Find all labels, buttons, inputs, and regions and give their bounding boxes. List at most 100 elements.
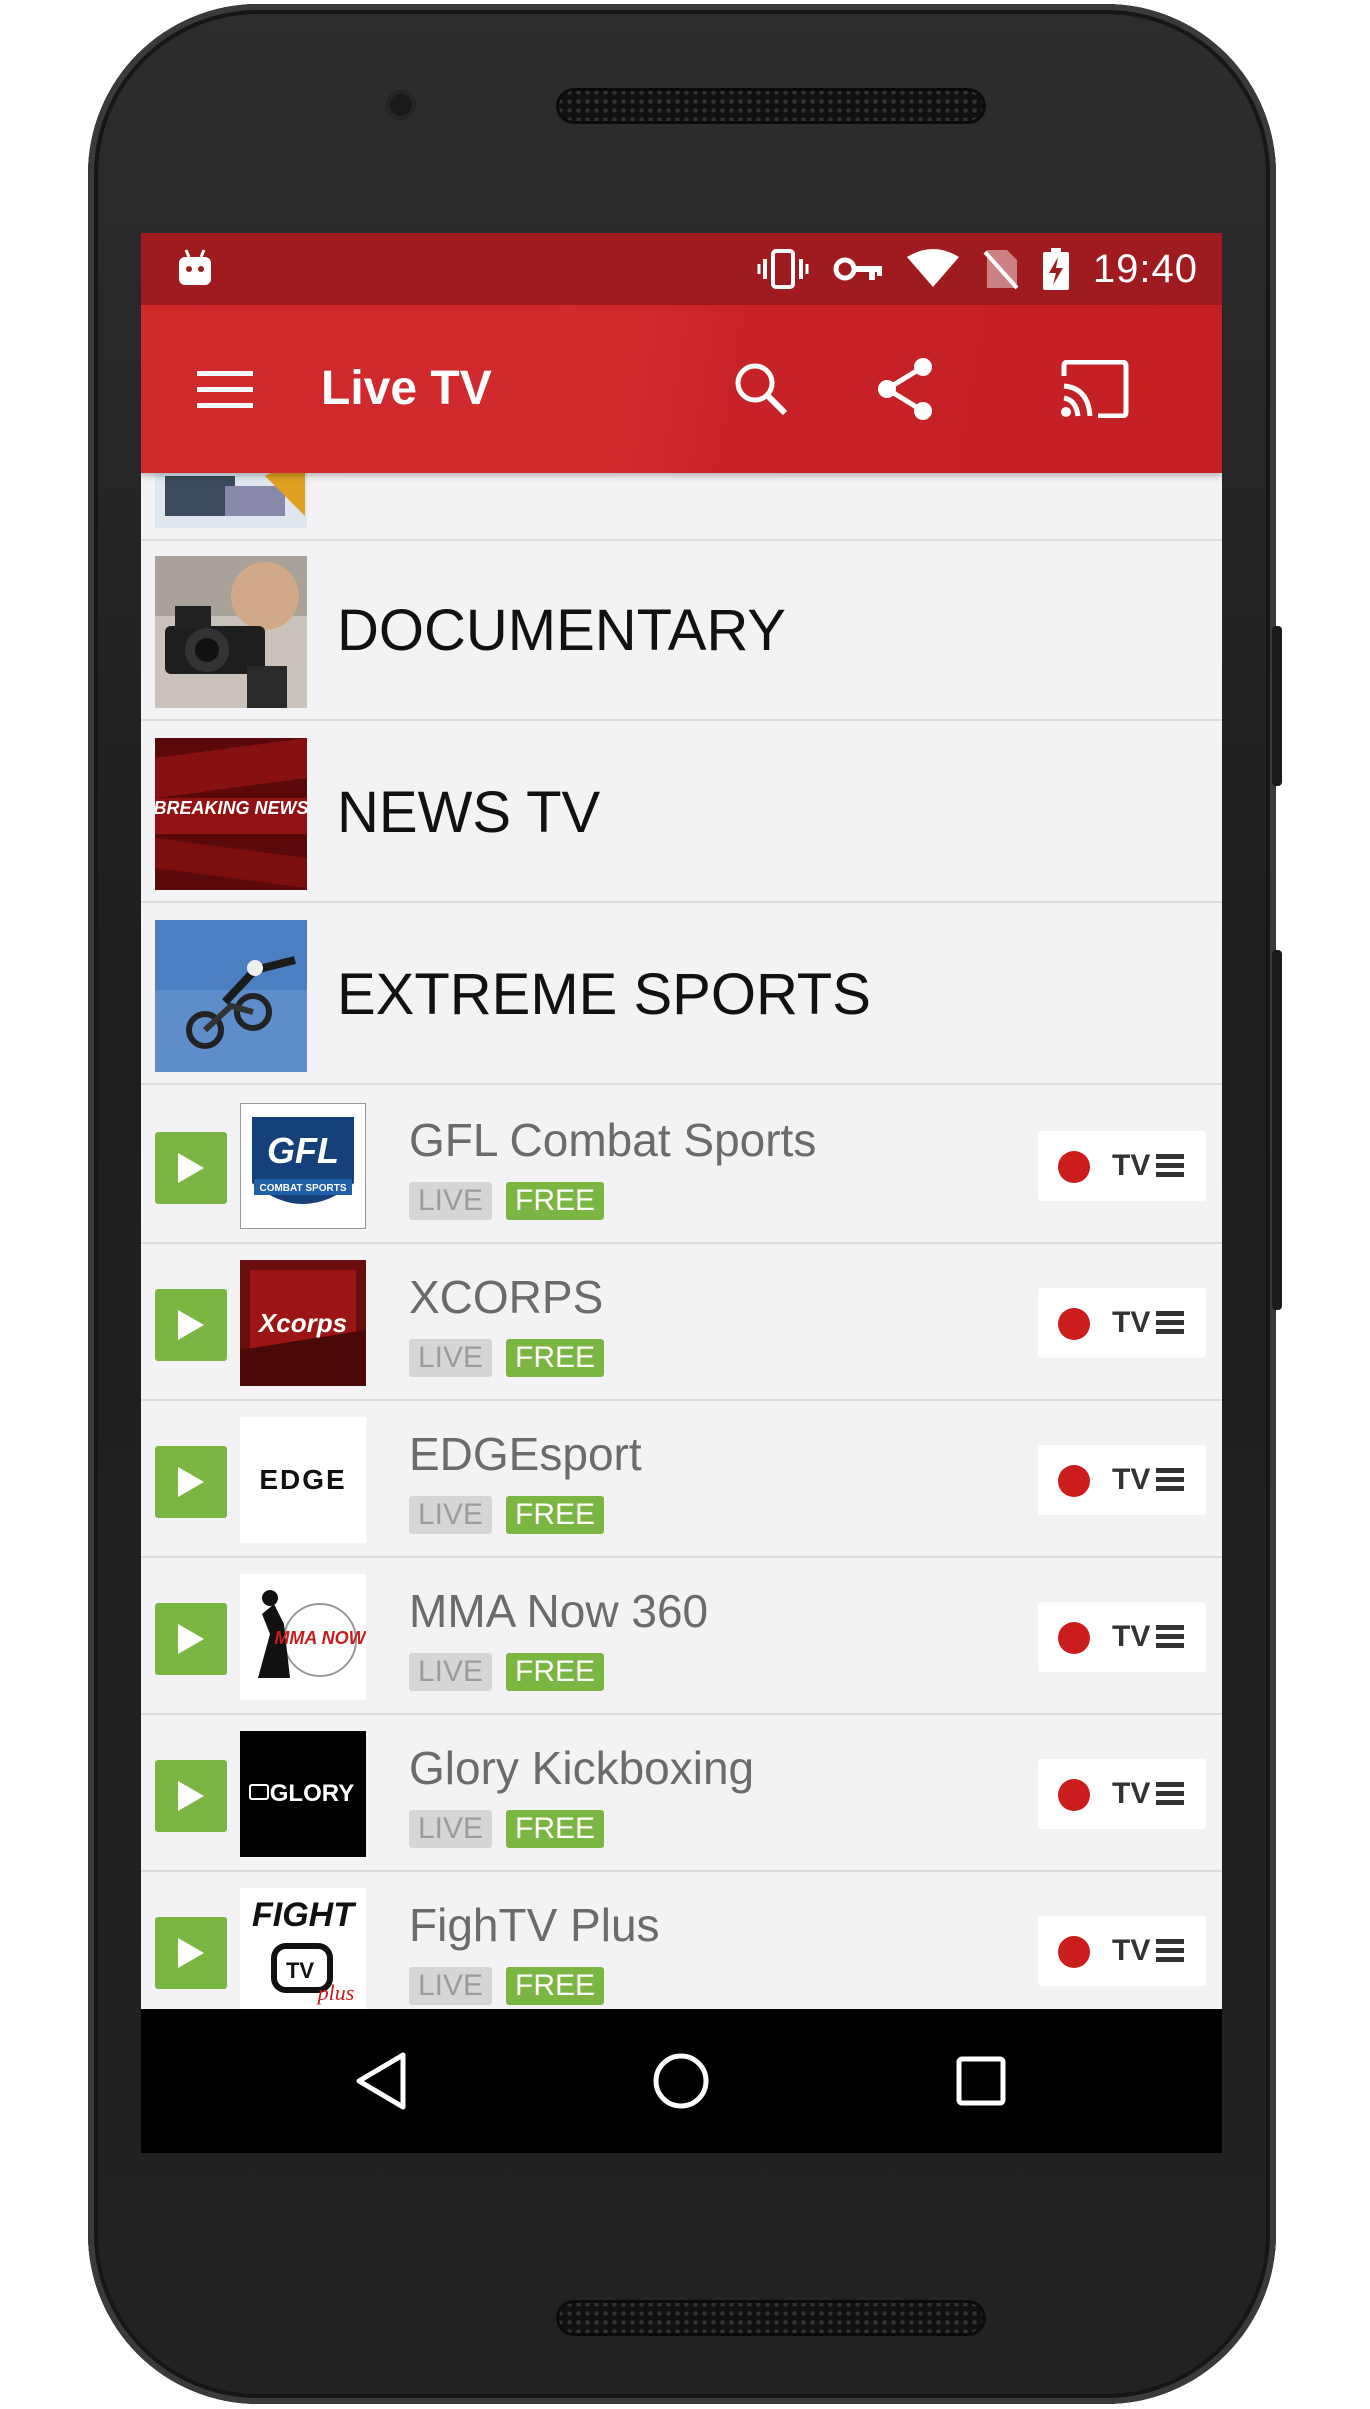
- channel-logo: EDGE: [240, 1417, 366, 1543]
- category-row-news-tv[interactable]: BREAKING NEWS NEWS TV: [141, 723, 1222, 903]
- free-badge: FREE: [506, 1810, 605, 1848]
- category-row-gadgets[interactable]: GADGETS: [141, 473, 1222, 541]
- channel-row[interactable]: FIGHT TV plus FighTV Plus LIVE FREE TV: [141, 1872, 1222, 2009]
- bottom-speaker: [556, 2300, 986, 2336]
- channel-logo: FIGHT TV plus: [240, 1888, 366, 2009]
- free-badge: FREE: [506, 1496, 605, 1534]
- live-badge: LIVE: [409, 1182, 493, 1220]
- play-icon: [178, 1624, 204, 1654]
- tv-label: TV: [1112, 1777, 1151, 1810]
- svg-text:COMBAT SPORTS: COMBAT SPORTS: [259, 1183, 346, 1194]
- cast-button[interactable]: [1059, 353, 1131, 425]
- tv-guide-button[interactable]: TV: [1038, 1445, 1206, 1515]
- channel-row[interactable]: MMA NOW MMA Now 360 LIVE FREE TV: [141, 1558, 1222, 1715]
- page-title: Live TV: [321, 362, 492, 415]
- news-thumbnail-text: BREAKING NEWS: [155, 798, 307, 818]
- no-sim-icon: [983, 250, 1019, 290]
- status-bar: 19:40: [141, 233, 1222, 305]
- svg-text:GFL: GFL: [267, 1130, 339, 1171]
- top-speaker: [556, 88, 986, 124]
- recents-button[interactable]: [945, 2045, 1017, 2117]
- channel-row[interactable]: EDGE EDGEsport LIVE FREE TV: [141, 1401, 1222, 1558]
- front-camera: [386, 90, 416, 120]
- channel-row[interactable]: GFL COMBAT SPORTS GFL Combat Sports LIVE…: [141, 1087, 1222, 1244]
- free-badge: FREE: [506, 1339, 605, 1377]
- record-icon: [1058, 1465, 1090, 1497]
- free-badge: FREE: [506, 1653, 605, 1691]
- play-icon: [178, 1467, 204, 1497]
- svg-text:MMA NOW: MMA NOW: [274, 1628, 366, 1648]
- live-badge: LIVE: [409, 1339, 493, 1377]
- play-icon: [178, 1938, 204, 1968]
- wifi-icon: [906, 249, 959, 287]
- category-thumbnail: [155, 473, 307, 528]
- list-icon: [1156, 1468, 1184, 1491]
- category-row-extreme-sports[interactable]: EXTREME SPORTS: [141, 905, 1222, 1085]
- channel-name: MMA Now 360: [409, 1585, 709, 1637]
- search-icon: [735, 363, 788, 416]
- play-button[interactable]: [155, 1760, 227, 1832]
- play-button[interactable]: [155, 1446, 227, 1518]
- category-label: DOCUMENTARY: [337, 598, 786, 663]
- power-button: [1272, 626, 1282, 786]
- list-icon: [1156, 1625, 1184, 1648]
- share-button[interactable]: [869, 353, 941, 425]
- tv-label: TV: [1112, 1463, 1151, 1496]
- channel-row[interactable]: Xcorps XCORPS LIVE FREE TV: [141, 1244, 1222, 1401]
- list-icon: [1156, 1154, 1184, 1177]
- live-badge: LIVE: [409, 1967, 493, 2005]
- live-badge: LIVE: [409, 1496, 493, 1534]
- svg-text:Xcorps: Xcorps: [257, 1308, 347, 1338]
- channel-logo: Xcorps: [240, 1260, 366, 1386]
- tv-label: TV: [1112, 1306, 1151, 1339]
- cast-icon: [1061, 360, 1129, 418]
- tv-guide-button[interactable]: TV: [1038, 1131, 1206, 1201]
- channel-name: Glory Kickboxing: [409, 1742, 755, 1794]
- android-debug-icon: [179, 249, 211, 285]
- channel-name: EDGEsport: [409, 1428, 642, 1480]
- list-icon: [1156, 1939, 1184, 1962]
- phone-screen: 19:40 Live TV DOCUMENTARY BREAKING NEWS …: [141, 233, 1222, 2153]
- tv-label: TV: [1112, 1149, 1151, 1182]
- record-icon: [1058, 1151, 1090, 1183]
- channel-logo: MMA NOW: [240, 1574, 366, 1700]
- play-icon: [178, 1310, 204, 1340]
- tv-guide-button[interactable]: TV: [1038, 1759, 1206, 1829]
- record-icon: [1058, 1622, 1090, 1654]
- channel-list: GADGETS DOCUMENTARY: [141, 473, 1222, 2009]
- battery-charging-icon: [1042, 248, 1069, 290]
- svg-text:GLORY: GLORY: [270, 1780, 354, 1807]
- system-nav-bar: [141, 2009, 1222, 2153]
- category-label: EXTREME SPORTS: [337, 962, 871, 1027]
- back-button[interactable]: [345, 2045, 417, 2117]
- category-row-documentary[interactable]: DOCUMENTARY: [141, 541, 1222, 721]
- record-icon: [1058, 1936, 1090, 1968]
- channel-logo: GLORY: [240, 1731, 366, 1857]
- vibrate-icon: [757, 249, 809, 289]
- channel-name: GFL Combat Sports: [409, 1114, 817, 1166]
- free-badge: FREE: [506, 1967, 605, 2005]
- volume-button: [1272, 950, 1282, 1310]
- channel-logo: GFL COMBAT SPORTS: [240, 1103, 366, 1229]
- tv-guide-button[interactable]: TV: [1038, 1916, 1206, 1986]
- svg-text:plus: plus: [316, 1980, 355, 2005]
- play-button[interactable]: [155, 1603, 227, 1675]
- play-button[interactable]: [155, 1289, 227, 1361]
- play-icon: [178, 1781, 204, 1811]
- play-button[interactable]: [155, 1132, 227, 1204]
- tv-guide-button[interactable]: TV: [1038, 1288, 1206, 1358]
- list-icon: [1156, 1311, 1184, 1334]
- hamburger-menu-icon[interactable]: [195, 359, 255, 419]
- search-button[interactable]: [725, 353, 797, 425]
- home-button[interactable]: [645, 2045, 717, 2117]
- back-icon: [356, 2052, 406, 2110]
- channel-name: FighTV Plus: [409, 1899, 660, 1951]
- tv-guide-button[interactable]: TV: [1038, 1602, 1206, 1672]
- channel-name: XCORPS: [409, 1271, 604, 1323]
- category-thumbnail: BREAKING NEWS: [155, 738, 307, 890]
- free-badge: FREE: [506, 1182, 605, 1220]
- list-icon: [1156, 1782, 1184, 1805]
- svg-text:TV: TV: [286, 1958, 314, 1983]
- play-button[interactable]: [155, 1917, 227, 1989]
- channel-row[interactable]: GLORY Glory Kickboxing LIVE FREE TV: [141, 1715, 1222, 1872]
